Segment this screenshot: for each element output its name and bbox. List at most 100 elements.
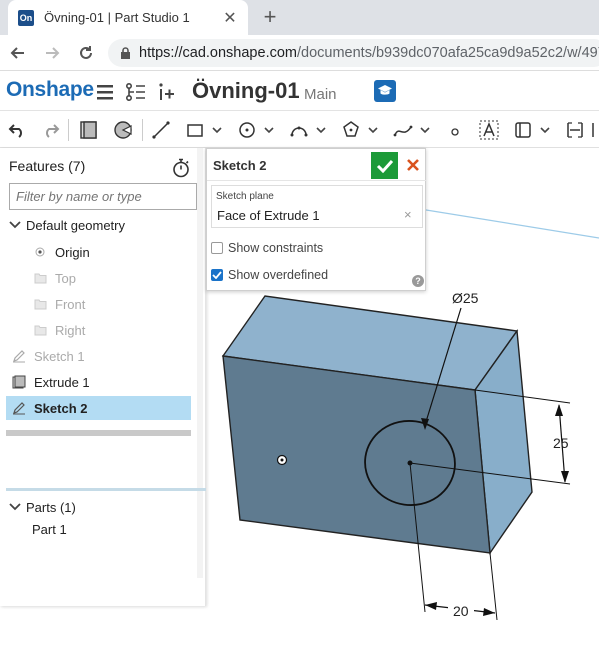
feature-list-panel: Features (7) Default geometry Origin Top… [0,148,206,606]
redo-icon[interactable] [40,119,62,141]
feature-item-label: Extrude 1 [34,374,90,390]
sketch-plane-label: Sketch plane [216,191,274,202]
reload-icon[interactable] [70,37,102,69]
point-tool-icon[interactable] [444,119,466,141]
features-title: Features (7) [9,158,86,174]
chevron-down-icon[interactable] [366,119,380,141]
toolbar-divider [68,119,69,141]
lock-icon [120,46,131,60]
feature-filter-input[interactable] [9,183,197,210]
cancel-button[interactable] [402,154,424,176]
insert-icon[interactable] [156,81,178,103]
hamburger-menu-icon[interactable] [94,81,116,103]
browser-nav-bar: https://cad.onshape.com/documents/b939dc… [0,35,599,71]
feature-panel-scrollbar[interactable] [197,148,203,578]
parts-group[interactable]: Parts (1) [8,496,76,518]
tab-title: Övning-01 | Part Studio 1 [44,10,190,25]
feature-item-front[interactable]: Front [33,293,85,315]
dimension-tool-icon[interactable] [564,119,586,141]
horizontal-dimension[interactable]: 20 [453,603,469,619]
browser-tab[interactable]: On Övning-01 | Part Studio 1 ✕ [8,0,248,35]
back-icon[interactable] [2,37,34,69]
feature-item-right[interactable]: Right [33,319,85,341]
panel-divider[interactable] [6,488,206,491]
feature-item-label: Right [55,322,86,338]
feature-toolbar [0,111,599,148]
feature-item-origin[interactable]: Origin [33,241,90,263]
feature-item-top[interactable]: Top [33,267,76,289]
stopwatch-icon[interactable] [172,158,190,178]
text-tool-icon[interactable] [478,119,500,141]
show-overdefined-label: Show overdefined [228,268,329,282]
toolbar-overflow[interactable] [592,119,598,141]
feature-item-label: Sketch 1 [34,348,85,364]
spline-tool-icon[interactable] [392,119,414,141]
sketch-plane-value: Face of Extrude 1 [217,208,320,223]
default-geometry-label: Default geometry [26,217,125,233]
circle-tool-icon[interactable] [236,119,258,141]
use-tool-icon[interactable] [512,119,534,141]
dialog-separator [207,180,426,181]
polygon-tool-icon[interactable] [340,119,362,141]
chevron-down-icon[interactable] [314,119,328,141]
chevron-down-icon[interactable] [8,500,22,514]
close-tab-icon[interactable]: ✕ [222,8,238,28]
sketch-plane-field[interactable]: Sketch plane Face of Extrude 1 × [211,185,423,228]
feature-item-label: Origin [55,244,90,260]
browser-tab-strip: On Övning-01 | Part Studio 1 ✕ + [0,0,599,35]
part-item[interactable]: Part 1 [32,518,67,540]
feature-list-scrollbar[interactable] [6,430,191,436]
toolbar-divider [142,119,143,141]
revolve-tool-icon[interactable] [112,119,134,141]
chevron-down-icon[interactable] [8,218,22,232]
new-tab-button[interactable]: + [256,3,284,31]
show-constraints-option[interactable]: Show constraints [211,241,323,255]
line-tool-icon[interactable] [150,119,172,141]
chevron-down-icon[interactable] [538,119,552,141]
feature-item-sketch-1[interactable]: Sketch 1 [12,345,85,367]
extrude-icon [12,375,26,389]
feature-item-sketch-2[interactable]: Sketch 2 [12,397,87,419]
close-icon [407,159,419,171]
document-name[interactable]: Övning-01 [192,78,300,104]
feature-item-label: Front [55,296,86,312]
extrude-tool-icon[interactable] [78,119,100,141]
sketch-icon [12,401,26,415]
workspace-name[interactable]: Main [304,86,337,103]
app-header: Onshape Övning-01 Main [0,71,599,111]
feature-item-label: Sketch 2 [34,400,88,416]
forward-icon[interactable] [36,37,68,69]
chevron-down-icon[interactable] [210,119,224,141]
version-graph-icon[interactable] [124,81,146,103]
url-host: https://cad.onshape.com [139,45,297,61]
sketch-icon [12,349,26,363]
origin-icon [33,245,47,259]
checkmark-icon [376,159,393,173]
arc-tool-icon[interactable] [288,119,310,141]
onshape-favicon-icon: On [18,9,34,26]
plane-icon [33,271,47,285]
clear-selection-icon[interactable]: × [404,207,412,222]
chevron-down-icon[interactable] [418,119,432,141]
part-item-label: Part 1 [32,521,67,537]
diameter-dimension[interactable]: Ø25 [452,290,479,306]
undo-icon[interactable] [6,119,28,141]
rectangle-tool-icon[interactable] [184,119,206,141]
feature-item-extrude-1[interactable]: Extrude 1 [12,371,90,393]
show-overdefined-option[interactable]: Show overdefined [211,268,328,282]
education-cap-icon[interactable] [374,80,396,102]
sketch-dialog-title: Sketch 2 [213,158,267,173]
plane-icon [33,323,47,337]
vertical-dimension[interactable]: 25 [553,435,569,451]
onshape-logo[interactable]: Onshape [6,78,94,102]
plane-icon [33,297,47,311]
help-icon[interactable]: ? [412,275,424,287]
address-bar[interactable]: https://cad.onshape.com/documents/b939dc… [108,39,599,67]
show-constraints-checkbox[interactable] [211,242,223,254]
sketch-reference-line [419,208,599,239]
chevron-down-icon[interactable] [262,119,276,141]
default-geometry-group[interactable]: Default geometry [8,214,125,236]
accept-button[interactable] [371,152,398,179]
sketch-dialog: Sketch 2 Sketch plane Face of Extrude 1 … [206,148,426,291]
show-overdefined-checkbox[interactable] [211,269,223,281]
